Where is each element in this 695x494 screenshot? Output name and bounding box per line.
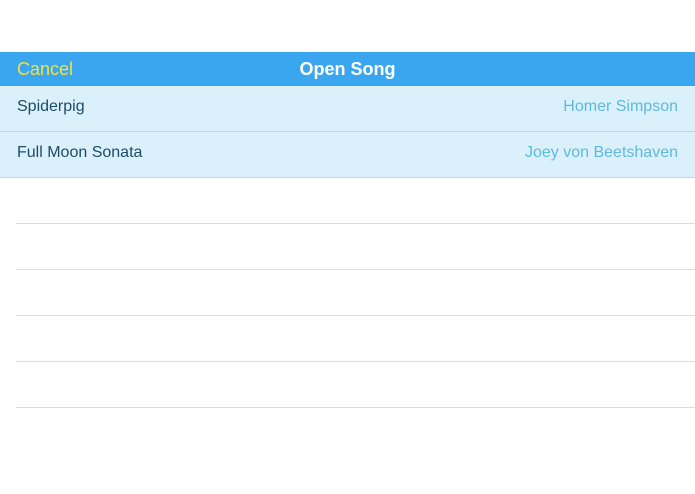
cancel-button[interactable]: Cancel xyxy=(17,52,73,86)
page-title: Open Song xyxy=(299,59,396,79)
empty-row xyxy=(0,270,695,316)
song-title: Spiderpig xyxy=(17,98,85,115)
song-list: Spiderpig Homer Simpson Full Moon Sonata… xyxy=(0,86,695,178)
empty-row xyxy=(0,178,695,224)
song-artist: Homer Simpson xyxy=(563,98,678,115)
song-row-spiderpig[interactable]: Spiderpig Homer Simpson xyxy=(0,86,695,132)
empty-row xyxy=(0,224,695,270)
navigation-bar: Open Song Cancel xyxy=(0,52,695,86)
song-title: Full Moon Sonata xyxy=(17,144,143,161)
empty-list-area xyxy=(0,178,695,408)
empty-row xyxy=(0,316,695,362)
song-artist: Joey von Beetshaven xyxy=(525,144,678,161)
song-row-full-moon-sonata[interactable]: Full Moon Sonata Joey von Beetshaven xyxy=(0,132,695,178)
empty-row xyxy=(0,362,695,408)
